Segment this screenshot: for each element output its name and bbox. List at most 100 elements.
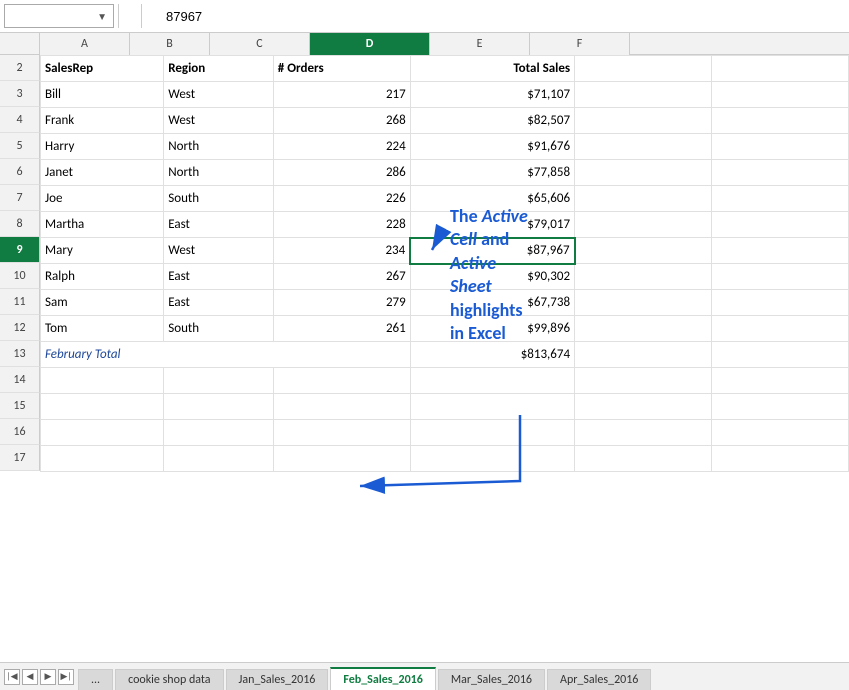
cell-11-a[interactable]: Sam: [41, 290, 164, 316]
cell-12-a[interactable]: Tom: [41, 316, 164, 342]
cell-12-f[interactable]: [712, 316, 849, 342]
tab-nav-next[interactable]: ▶: [40, 669, 56, 685]
cell-14-c[interactable]: [273, 368, 410, 394]
cell-14-f[interactable]: [712, 368, 849, 394]
cell-9-c[interactable]: 234: [273, 238, 410, 264]
cell-15-b[interactable]: [164, 394, 274, 420]
cell-17-f[interactable]: [712, 446, 849, 472]
cell-17-a[interactable]: [41, 446, 164, 472]
cell-5-f[interactable]: [712, 134, 849, 160]
cell-3-d[interactable]: $71,107: [410, 82, 574, 108]
col-header-c[interactable]: C: [210, 33, 310, 55]
table-row[interactable]: [41, 420, 849, 446]
cell-8-d[interactable]: $79,017: [410, 212, 574, 238]
cell-13-a[interactable]: February Total: [41, 342, 411, 368]
cell-10-d[interactable]: $90,302: [410, 264, 574, 290]
cell-16-d[interactable]: [410, 420, 574, 446]
table-row[interactable]: MarthaEast228$79,017: [41, 212, 849, 238]
cell-6-d[interactable]: $77,858: [410, 160, 574, 186]
table-row[interactable]: BillWest217$71,107: [41, 82, 849, 108]
cell-10-b[interactable]: East: [164, 264, 274, 290]
cell-14-e[interactable]: [575, 368, 712, 394]
table-row[interactable]: SalesRepRegion# OrdersTotal Sales: [41, 56, 849, 82]
cell-9-d[interactable]: $87,967: [410, 238, 574, 264]
cell-7-d[interactable]: $65,606: [410, 186, 574, 212]
cell-9-b[interactable]: West: [164, 238, 274, 264]
cell-15-c[interactable]: [273, 394, 410, 420]
formula-input[interactable]: [162, 4, 845, 28]
sheet-tab-mar_sales_2016[interactable]: Mar_Sales_2016: [438, 669, 545, 690]
cell-12-b[interactable]: South: [164, 316, 274, 342]
table-row[interactable]: [41, 368, 849, 394]
tab-nav-first[interactable]: |◀: [4, 669, 20, 685]
cell-8-a[interactable]: Martha: [41, 212, 164, 238]
cell-14-b[interactable]: [164, 368, 274, 394]
cell-13-e[interactable]: [575, 342, 712, 368]
cell-2-a[interactable]: SalesRep: [41, 56, 164, 82]
cell-16-a[interactable]: [41, 420, 164, 446]
col-header-b[interactable]: B: [130, 33, 210, 55]
cell-11-c[interactable]: 279: [273, 290, 410, 316]
cell-12-c[interactable]: 261: [273, 316, 410, 342]
cell-11-f[interactable]: [712, 290, 849, 316]
cell-7-b[interactable]: South: [164, 186, 274, 212]
cell-4-f[interactable]: [712, 108, 849, 134]
table-row[interactable]: February Total$813,674: [41, 342, 849, 368]
cell-3-a[interactable]: Bill: [41, 82, 164, 108]
cell-15-e[interactable]: [575, 394, 712, 420]
cell-13-f[interactable]: [712, 342, 849, 368]
sheet-tab-jan_sales_2016[interactable]: Jan_Sales_2016: [226, 669, 329, 690]
cell-6-c[interactable]: 286: [273, 160, 410, 186]
cell-15-d[interactable]: [410, 394, 574, 420]
cell-7-c[interactable]: 226: [273, 186, 410, 212]
cell-7-f[interactable]: [712, 186, 849, 212]
name-box[interactable]: ▼: [4, 4, 114, 28]
cell-3-b[interactable]: West: [164, 82, 274, 108]
tab-nav-prev[interactable]: ◀: [22, 669, 38, 685]
cell-9-e[interactable]: [575, 238, 712, 264]
cell-8-e[interactable]: [575, 212, 712, 238]
cell-8-c[interactable]: 228: [273, 212, 410, 238]
sheet-tab-...[interactable]: ...: [78, 669, 113, 690]
cell-12-d[interactable]: $99,896: [410, 316, 574, 342]
cell-2-c[interactable]: # Orders: [273, 56, 410, 82]
cell-11-d[interactable]: $67,738: [410, 290, 574, 316]
cell-13-d[interactable]: $813,674: [410, 342, 574, 368]
sheet-tab-apr_sales_2016[interactable]: Apr_Sales_2016: [547, 669, 651, 690]
col-header-f[interactable]: F: [530, 33, 630, 55]
col-header-e[interactable]: E: [430, 33, 530, 55]
cell-8-f[interactable]: [712, 212, 849, 238]
cell-8-b[interactable]: East: [164, 212, 274, 238]
cell-10-c[interactable]: 267: [273, 264, 410, 290]
cell-16-f[interactable]: [712, 420, 849, 446]
cell-5-d[interactable]: $91,676: [410, 134, 574, 160]
sheet-tab-feb_sales_2016[interactable]: Feb_Sales_2016: [330, 667, 435, 690]
cell-5-c[interactable]: 224: [273, 134, 410, 160]
cell-2-e[interactable]: [575, 56, 712, 82]
cell-5-e[interactable]: [575, 134, 712, 160]
table-row[interactable]: [41, 394, 849, 420]
cell-15-f[interactable]: [712, 394, 849, 420]
table-row[interactable]: FrankWest268$82,507: [41, 108, 849, 134]
cell-3-f[interactable]: [712, 82, 849, 108]
cell-17-c[interactable]: [273, 446, 410, 472]
cell-5-b[interactable]: North: [164, 134, 274, 160]
table-row[interactable]: MaryWest234$87,967: [41, 238, 849, 264]
table-row[interactable]: JoeSouth226$65,606: [41, 186, 849, 212]
table-row[interactable]: JanetNorth286$77,858: [41, 160, 849, 186]
cell-12-e[interactable]: [575, 316, 712, 342]
cell-7-e[interactable]: [575, 186, 712, 212]
col-header-a[interactable]: A: [40, 33, 130, 55]
cell-14-a[interactable]: [41, 368, 164, 394]
cell-15-a[interactable]: [41, 394, 164, 420]
table-row[interactable]: SamEast279$67,738: [41, 290, 849, 316]
tab-nav-last[interactable]: ▶|: [58, 669, 74, 685]
cell-2-f[interactable]: [712, 56, 849, 82]
cell-16-b[interactable]: [164, 420, 274, 446]
cell-4-b[interactable]: West: [164, 108, 274, 134]
cell-2-d[interactable]: Total Sales: [410, 56, 574, 82]
cell-6-b[interactable]: North: [164, 160, 274, 186]
cell-3-c[interactable]: 217: [273, 82, 410, 108]
cell-17-d[interactable]: [410, 446, 574, 472]
cell-6-f[interactable]: [712, 160, 849, 186]
